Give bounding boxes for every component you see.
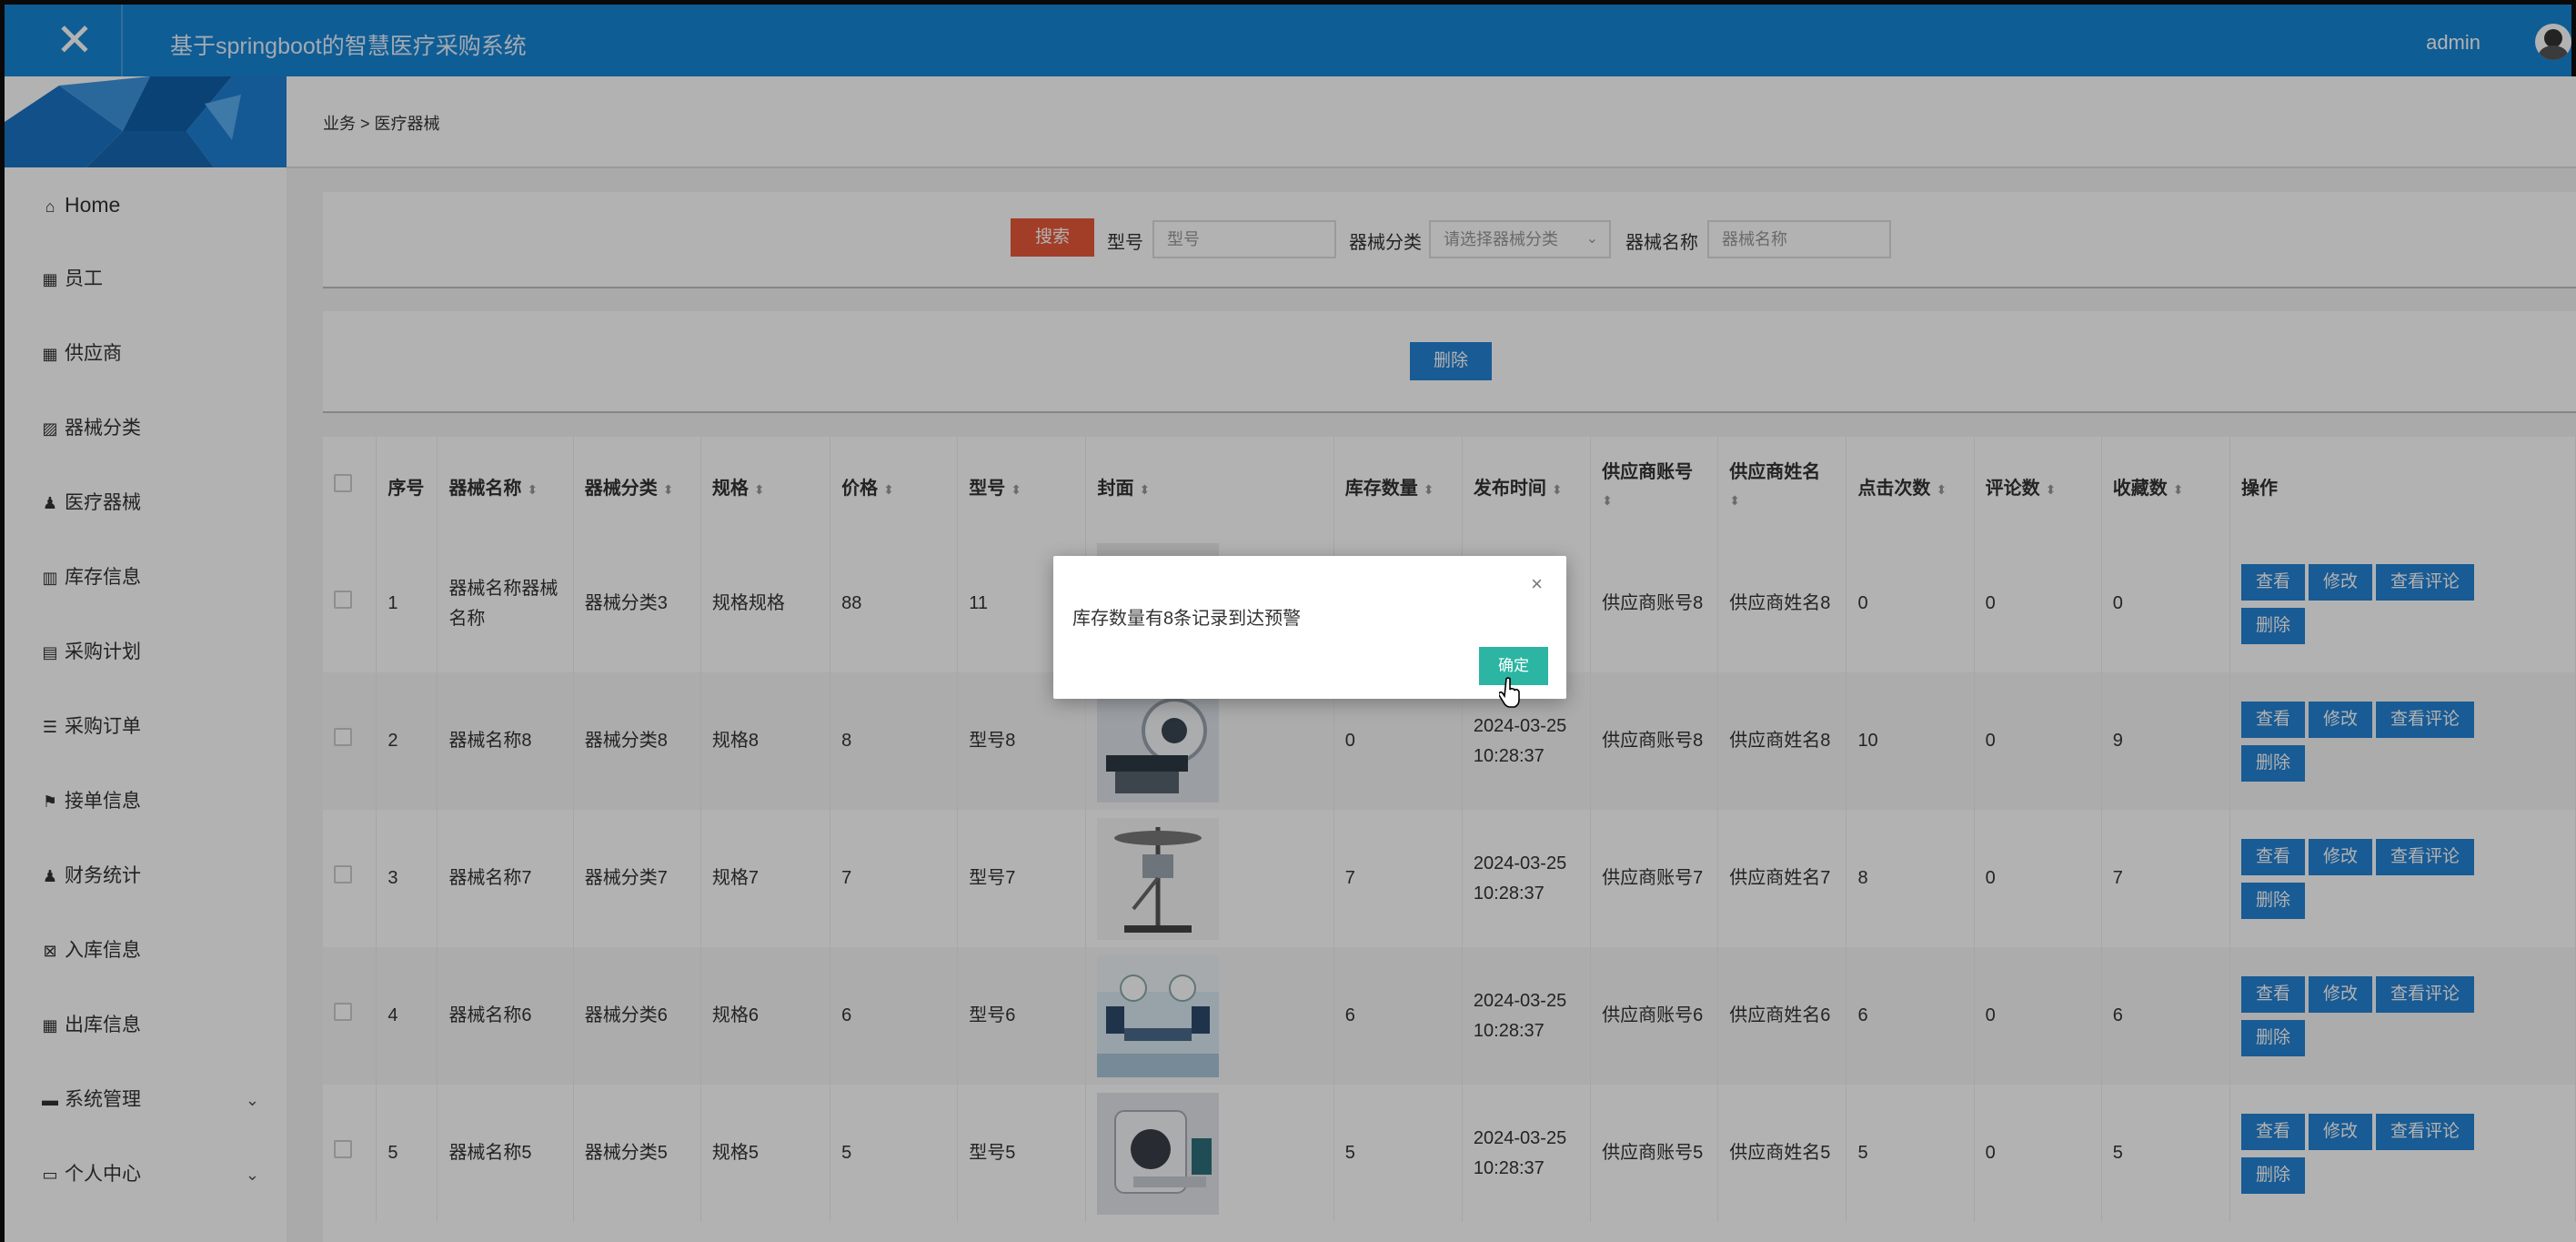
hand-cursor-icon — [1499, 677, 1520, 708]
alert-dialog: × 库存数量有8条记录到达预警 确定 — [1053, 556, 1566, 699]
close-icon[interactable]: × — [1531, 572, 1543, 596]
dialog-message: 库存数量有8条记录到达预警 — [1072, 609, 1302, 629]
